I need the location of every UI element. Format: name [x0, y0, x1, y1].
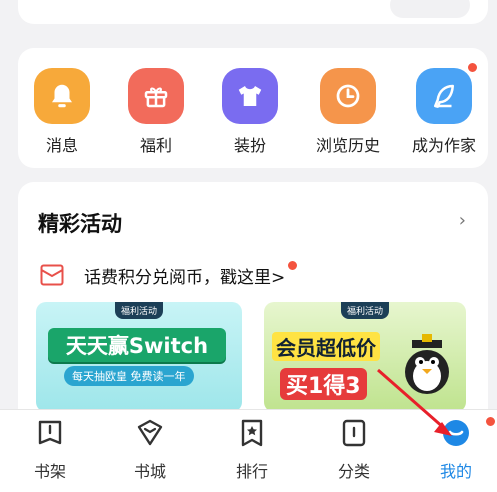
penguin-mascot-icon: [405, 334, 449, 394]
chevron-right-icon[interactable]: ›: [459, 210, 466, 231]
tab-label: 排行: [235, 462, 268, 481]
tab-category[interactable]: 分类: [322, 416, 386, 482]
banner-subtitle: 每天抽欧皇 免费读一年: [64, 366, 194, 386]
tab-label: 分类: [337, 462, 370, 481]
shortcut-label: 福利: [139, 136, 172, 155]
category-icon: [342, 419, 366, 447]
shortcut-label: 装扮: [233, 136, 266, 155]
notification-dot: [485, 416, 496, 427]
promo-link[interactable]: 话费积分兑阅币，戳这里>: [40, 259, 299, 290]
bookstore-icon: [137, 419, 163, 446]
shortcut-become-writer[interactable]: 成为作家: [402, 62, 486, 156]
shortcut-messages[interactable]: 消息: [20, 68, 104, 156]
clock-icon: [320, 68, 376, 124]
section-title: 精彩活动: [38, 212, 122, 236]
activity-banner-membership[interactable]: 福利活动 会员超低价 买1得3: [264, 302, 466, 412]
banner-tag: 福利活动: [114, 302, 164, 319]
notification-dot: [287, 259, 299, 271]
banner-headline: 会员超低价: [272, 332, 380, 361]
bottom-tab-bar: 书架 书城 排行 分类 我的: [0, 409, 497, 492]
tab-bookstore[interactable]: 书城: [118, 416, 182, 482]
bookshelf-icon: [38, 420, 62, 445]
tab-bookshelf[interactable]: 书架: [18, 416, 82, 482]
tshirt-icon: [222, 68, 278, 124]
notification-dot: [467, 62, 478, 73]
tab-profile[interactable]: 我的: [424, 416, 496, 482]
ranking-bookmark-icon: [241, 419, 263, 447]
shortcut-label: 浏览历史: [315, 136, 380, 155]
tab-label: 我的: [439, 462, 472, 481]
banner-headline: 天天赢Switch: [48, 328, 226, 362]
shortcut-welfare[interactable]: 福利: [114, 68, 198, 156]
shortcut-label: 消息: [45, 136, 78, 155]
feather-pen-icon: [416, 62, 478, 124]
profile-icon: [443, 420, 469, 446]
tab-label: 书架: [33, 462, 66, 481]
activities-card: 精彩活动 › 话费积分兑阅币，戳这里> 福利活动 天天赢Switch 每天抽欧皇…: [18, 182, 488, 422]
banner-tag: 福利活动: [340, 302, 390, 319]
account-action-pill[interactable]: [390, 0, 470, 18]
activity-banner-switch[interactable]: 福利活动 天天赢Switch 每天抽欧皇 免费读一年: [36, 302, 242, 412]
bell-icon: [34, 68, 90, 124]
shortcut-dressup[interactable]: 装扮: [208, 68, 292, 156]
account-card-partial: [18, 0, 488, 24]
promo-text: 话费积分兑阅币，戳这里>: [84, 267, 286, 288]
banner-headline-secondary: 买1得3: [280, 368, 367, 400]
shortcut-history[interactable]: 浏览历史: [306, 68, 390, 156]
gift-icon: [128, 68, 184, 124]
shortcut-card: 消息 福利 装扮 浏览历史 成为作家: [18, 48, 488, 168]
tab-ranking[interactable]: 排行: [220, 416, 284, 482]
shortcut-label: 成为作家: [411, 136, 476, 155]
tab-label: 书城: [133, 462, 166, 481]
envelope-icon: [40, 264, 64, 286]
